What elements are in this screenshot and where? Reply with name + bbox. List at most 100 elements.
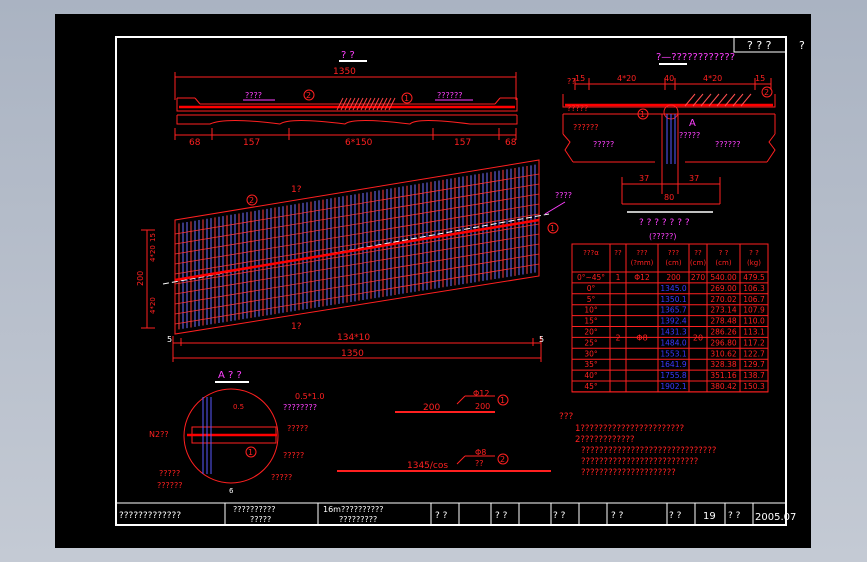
- table-header: ? ?: [749, 249, 759, 257]
- tb-sheet-no: 19: [703, 511, 716, 522]
- plan-dim-4x20-top: 4*20: [149, 245, 157, 262]
- table-cell: 1431.3: [660, 328, 686, 337]
- notes-title: ???: [559, 412, 574, 422]
- corner-title: ? ? ?: [747, 39, 772, 52]
- a-label-n2: N2??: [149, 430, 169, 439]
- plan-title: 1?: [291, 185, 302, 195]
- det-mag-3: ??????: [715, 140, 740, 149]
- tb-cell-5: ? ?: [669, 511, 682, 521]
- det-dim-37-left: 37: [639, 174, 649, 183]
- det-dim-80: 80: [664, 193, 674, 202]
- table-cell: 0°~45°: [577, 273, 605, 282]
- table-cell: Φ8: [636, 333, 647, 342]
- notes-lines: 1???????????????????????2???????????????…: [575, 424, 716, 478]
- table-cell: 479.5: [743, 273, 765, 282]
- a-label-6: 6: [229, 487, 234, 495]
- table-cell: 20°: [584, 328, 598, 337]
- plan-dim-5-left: 5: [167, 335, 172, 344]
- section-title: ? ?: [341, 50, 355, 61]
- a-label-l1: ?????: [159, 469, 180, 478]
- table-cell: 1902.1: [660, 382, 686, 391]
- dim-157-left: 157: [243, 138, 260, 148]
- table-cell: Φ12: [634, 273, 650, 282]
- bar1-length: 200: [423, 403, 440, 413]
- table-cell: 1392.4: [660, 317, 686, 326]
- plan-rebar-longitudinal: [174, 223, 540, 285]
- a-label-05x10: 0.5*1.0: [295, 392, 324, 401]
- bar2-leader: [456, 455, 466, 465]
- tb-date-label: ? ?: [728, 511, 741, 521]
- dim-68-left: 68: [189, 138, 201, 148]
- bar-marker-1-detail-label: 1: [640, 110, 645, 119]
- table-cell: 113.1: [743, 328, 765, 337]
- dim-157-right: 157: [454, 138, 471, 148]
- cad-drawing: ? ? ? ? ? ? 1350 ???? ?????? 2 1 68 157 …: [115, 36, 805, 526]
- det-mag-2: ?????: [679, 131, 700, 140]
- section-label-right: ??????: [437, 91, 462, 100]
- table-cell: 0°: [587, 284, 596, 293]
- table-header: (?mm): [631, 259, 654, 267]
- bar1-spec: Φ12: [473, 389, 489, 398]
- tb-desc: 16m??????????: [323, 505, 383, 514]
- a-view-title: A ? ?: [218, 370, 242, 381]
- table-cell: 269.00: [710, 284, 736, 293]
- table-cell: 10°: [584, 306, 598, 315]
- plan-rebar-longitudinal: [174, 203, 540, 265]
- plan-mag-label: ????: [555, 191, 572, 200]
- plan-rebar-longitudinal: [174, 193, 540, 255]
- table-header: ??: [694, 249, 702, 257]
- corner-mark: ?: [799, 39, 805, 52]
- table-cell: 40°: [584, 371, 598, 380]
- plan-dim-5-right: 5: [539, 335, 544, 344]
- table-cell: 106.7: [743, 295, 765, 304]
- detail-title: ?—????????????: [656, 52, 735, 63]
- bar1-leader: [456, 395, 466, 405]
- a-label-05: 0.5: [233, 403, 244, 411]
- table-header: ???: [636, 249, 647, 257]
- plan-dim-4x20-bottom: 4*20: [149, 297, 157, 314]
- table-cell: 110.0: [743, 317, 765, 326]
- bar2-spec2: ??: [475, 459, 484, 468]
- plan-slab-outline: [174, 159, 540, 335]
- tb-drawing2: ?????: [250, 515, 271, 524]
- a-label-r4: ?????: [271, 473, 292, 482]
- table-cell: 200: [666, 273, 681, 282]
- table-cell: 286.26: [710, 328, 736, 337]
- det-dim-15-left: 15: [575, 74, 585, 83]
- table-cell: 1484.0: [660, 338, 686, 347]
- table-cell: 2: [615, 333, 620, 342]
- detail-label-A: A: [689, 118, 696, 129]
- det-dim-4x20-left: 4*20: [617, 74, 636, 83]
- table-header: (cm): [715, 259, 731, 267]
- plan-dim-1350: 1350: [341, 349, 364, 359]
- notes-line: 1???????????????????????: [575, 424, 684, 434]
- plan-mag-leader: [544, 201, 566, 215]
- table-header: (cm): [690, 259, 706, 267]
- bar-marker-2-detail-label: 2: [764, 88, 769, 97]
- table-cell: 540.00: [710, 273, 736, 282]
- cad-viewport[interactable]: ? ? ? ? ? ? 1350 ???? ?????? 2 1 68 157 …: [55, 14, 811, 548]
- section-label-left: ????: [245, 91, 262, 100]
- table-cell: 1755.8: [660, 371, 686, 380]
- quantity-table: ???α?? ??? (?mm)??? (cm)?? (cm) ? ? (cm) ? ? (kg…: [571, 243, 769, 393]
- bar-marker-1-shape-label: 1: [500, 396, 505, 405]
- plan-rebar-longitudinal: [174, 243, 540, 305]
- table-cell: 380.42: [710, 382, 736, 391]
- bar1-spec2: 200: [475, 402, 490, 411]
- bar2-spec: Φ8: [475, 448, 486, 457]
- plan-main-rebar: [174, 218, 540, 282]
- notes-line: 2????????????: [575, 435, 635, 445]
- plan-dim-134x10: 134*10: [337, 333, 370, 343]
- notes-line: ??????????????????????????: [581, 457, 698, 467]
- table-cell: 270: [691, 273, 706, 282]
- table-subtitle: (?????): [649, 232, 676, 241]
- table-cell: 107.9: [743, 306, 765, 315]
- det-dim-37-right: 37: [689, 174, 699, 183]
- det-dim-15-right: 15: [755, 74, 765, 83]
- table-cell: 270.02: [710, 295, 736, 304]
- table-cell: 1641.9: [660, 360, 686, 369]
- bar-marker-1-section-label: 1: [404, 94, 409, 103]
- table-cell: 129.7: [743, 360, 765, 369]
- bar-marker-1-a-label: 1: [248, 448, 253, 457]
- det-mag-1: ?????: [593, 140, 614, 149]
